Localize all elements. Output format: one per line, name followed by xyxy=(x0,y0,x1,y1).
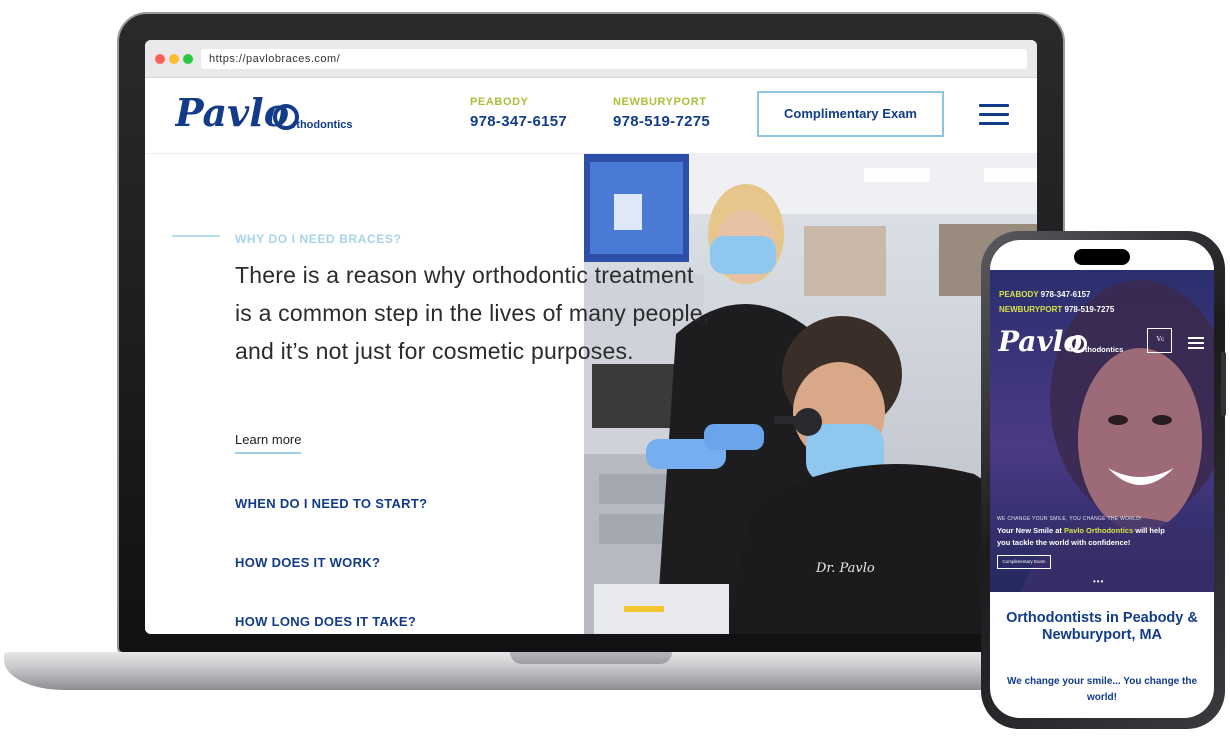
section-eyebrow: WHY DO I NEED BRACES? xyxy=(235,232,402,246)
laptop-notch xyxy=(510,652,672,664)
mobile-location-peabody[interactable]: PEABODY 978-347-6157 xyxy=(999,290,1090,299)
mobile-section-title: Orthodontists in Peabody & Newburyport, … xyxy=(1006,610,1198,643)
phone-link[interactable]: 978-347-6157 xyxy=(470,113,567,130)
pavlo-logo[interactable]: Pavlo rthodontics xyxy=(175,92,355,138)
address-bar[interactable]: https://pavlobraces.com/ xyxy=(201,49,1027,69)
hero-headline: There is a reason why orthodontic treatm… xyxy=(235,262,710,364)
site-header: Pavlo rthodontics PEABODY 978-347-6157 N… xyxy=(145,78,1037,154)
mobile-section-tagline: We change your smile... You change the w… xyxy=(1006,676,1198,703)
mobile-hero: PEABODY 978-347-6157 NEWBURYPORT 978-519… xyxy=(990,270,1214,592)
minimize-window-icon[interactable] xyxy=(169,54,179,64)
mobile-hamburger-icon[interactable] xyxy=(1188,337,1204,349)
phone-screen: PEABODY 978-347-6157 NEWBURYPORT 978-519… xyxy=(990,240,1214,718)
maximize-window-icon[interactable] xyxy=(183,54,193,64)
location-label: PEABODY xyxy=(470,96,529,108)
svg-text:Dr. Pavlo: Dr. Pavlo xyxy=(815,561,875,576)
mobile-badge: Vc xyxy=(1147,328,1172,353)
svg-text:Pavlo: Pavlo xyxy=(175,92,289,135)
location-label: NEWBURYPORT xyxy=(613,96,707,108)
browser-toolbar: https://pavlobraces.com/ xyxy=(145,40,1037,78)
faq-link[interactable]: WHEN DO I NEED TO START? xyxy=(235,496,427,511)
accent-divider xyxy=(172,235,220,237)
faq-link[interactable]: HOW DOES IT WORK? xyxy=(235,555,380,570)
mobile-subheadline: Your New Smile at Pavlo Orthodontics wil… xyxy=(997,526,1165,547)
learn-more-link[interactable]: Learn more xyxy=(235,432,302,454)
mobile-pavlo-logo[interactable]: Pavlo rthodontics xyxy=(998,326,1130,358)
hamburger-icon[interactable] xyxy=(979,104,1009,126)
carousel-dots[interactable]: ••• xyxy=(1093,577,1104,586)
mobile-location-newburyport[interactable]: NEWBURYPORT 978-519-7275 xyxy=(999,305,1114,314)
faq-link[interactable]: HOW LONG DOES IT TAKE? xyxy=(235,614,416,629)
location-newburyport: NEWBURYPORT 978-519-7275 xyxy=(613,96,710,130)
phone-link[interactable]: 978-519-7275 xyxy=(613,113,710,130)
svg-text:rthodontics: rthodontics xyxy=(292,119,353,131)
content-section: WHY DO I NEED BRACES? Learn more WHEN DO… xyxy=(145,154,585,634)
complimentary-exam-button[interactable]: Complimentary Exam xyxy=(757,91,944,137)
location-peabody: PEABODY 978-347-6157 xyxy=(470,96,567,130)
orthodontist-photo: Dr. Pavlo xyxy=(584,154,1037,634)
dynamic-island xyxy=(1074,249,1130,265)
phone-side-button xyxy=(1221,352,1226,416)
svg-text:rthodontics: rthodontics xyxy=(1082,345,1123,354)
mobile-small-tagline: WE CHANGE YOUR SMILE, YOU CHANGE THE WOR… xyxy=(997,516,1142,522)
close-window-icon[interactable] xyxy=(155,54,165,64)
mobile-exam-button[interactable]: Complimentary Exam xyxy=(997,555,1051,569)
